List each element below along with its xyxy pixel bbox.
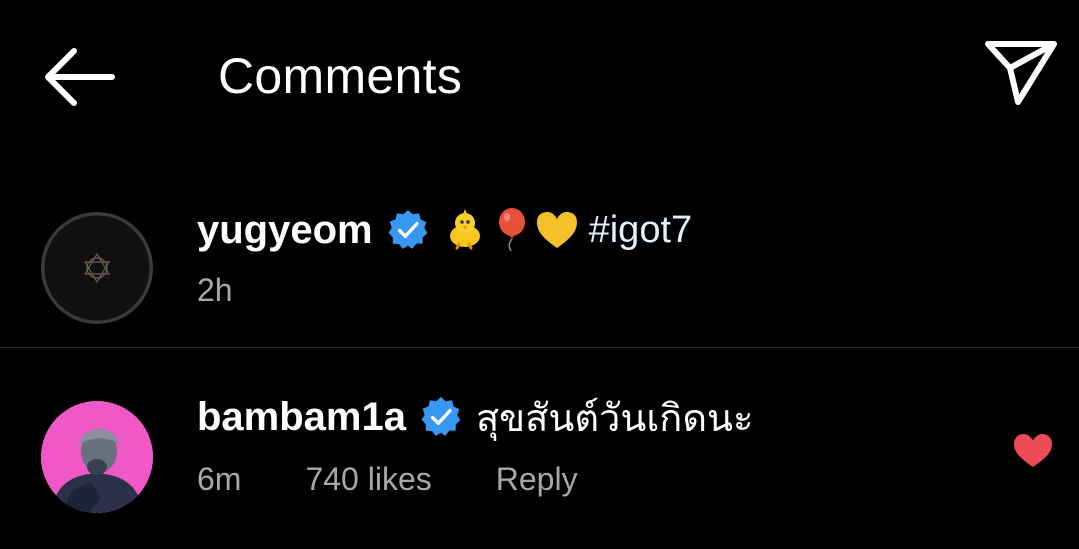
verified-badge-icon: [421, 397, 461, 436]
hashtag-link[interactable]: #igot7: [589, 209, 693, 252]
logo-emblem-icon: [41, 212, 153, 324]
comment-line: bambam1a สุขสันต์วันเกิดนะ: [197, 389, 753, 445]
comment-meta: 6m 740 likes Reply: [197, 457, 642, 501]
likes-count[interactable]: 740 likes: [305, 461, 431, 498]
comment-row: bambam1a สุขสันต์วันเกิดนะ 6m 740 likes …: [0, 349, 1079, 549]
comment-row: yugyeom #igot7 2h: [0, 180, 1079, 348]
username[interactable]: yugyeom: [197, 208, 373, 253]
heart-icon[interactable]: [1013, 433, 1053, 469]
avatar[interactable]: [41, 401, 153, 513]
header-bar: Comments: [0, 0, 1079, 150]
comment-meta: 2h: [197, 268, 297, 312]
reply-button[interactable]: Reply: [496, 461, 578, 498]
avatar[interactable]: [41, 212, 153, 324]
comment-time: 6m: [197, 460, 242, 497]
profile-photo-icon: [41, 401, 153, 513]
balloon-emoji-icon: [495, 207, 529, 253]
verified-badge-icon: [388, 210, 428, 249]
divider: [0, 347, 1079, 348]
chick-emoji-icon: [443, 208, 487, 252]
comment-text: สุขสันต์วันเกิดนะ: [475, 397, 754, 440]
comment-line: yugyeom #igot7: [197, 202, 692, 258]
page-title: Comments: [218, 48, 463, 104]
paper-plane-icon[interactable]: [982, 38, 1060, 108]
yellow-heart-emoji-icon: [535, 210, 579, 250]
arrow-left-icon[interactable]: [40, 45, 116, 109]
comment-time: 2h: [197, 271, 233, 308]
username[interactable]: bambam1a: [197, 395, 406, 440]
